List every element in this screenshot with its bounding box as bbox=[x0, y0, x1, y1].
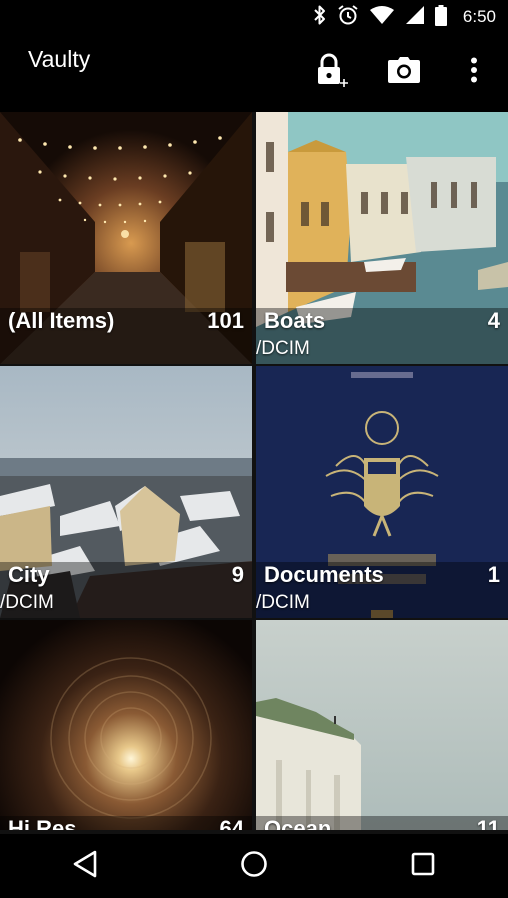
album-name: (All Items) bbox=[8, 308, 115, 333]
album-count: 9 bbox=[231, 562, 244, 587]
album-tile-all-items[interactable]: (All Items) 101 bbox=[0, 112, 252, 364]
album-caption: (All Items) 101 bbox=[0, 308, 252, 364]
album-tile-boats[interactable]: Boats 4 /DCIM bbox=[256, 112, 508, 364]
battery-icon bbox=[434, 4, 447, 30]
album-count: 11 bbox=[476, 816, 500, 830]
album-count: 4 bbox=[487, 308, 500, 333]
app-title: Vaulty bbox=[28, 46, 91, 72]
album-name: Documents bbox=[264, 562, 384, 587]
status-icons: 6:50 bbox=[313, 4, 496, 30]
album-name: City bbox=[8, 562, 50, 587]
alarm-icon bbox=[337, 4, 359, 30]
album-count: 64 bbox=[219, 816, 244, 830]
back-icon bbox=[72, 850, 98, 882]
album-tile-documents[interactable]: Documents 1 /DCIM bbox=[256, 366, 508, 618]
recents-icon bbox=[411, 852, 435, 880]
cell-signal-icon bbox=[405, 5, 425, 29]
recents-button[interactable] bbox=[393, 836, 453, 896]
camera-icon bbox=[388, 57, 420, 87]
album-path: /DCIM bbox=[256, 338, 310, 359]
album-grid: (All Items) 101 Boats 4 /DCIM City 9 /DC… bbox=[0, 112, 508, 834]
bluetooth-icon bbox=[313, 5, 327, 29]
album-name: Boats bbox=[264, 308, 326, 333]
album-tile-ocean[interactable]: Ocean 11 bbox=[256, 620, 508, 830]
album-name: Ocean bbox=[264, 816, 332, 830]
back-button[interactable] bbox=[55, 836, 115, 896]
lock-add-button[interactable] bbox=[314, 52, 354, 92]
album-path: /DCIM bbox=[0, 592, 54, 613]
overflow-menu-icon bbox=[470, 57, 478, 87]
status-time: 6:50 bbox=[462, 7, 496, 26]
nav-bar bbox=[0, 834, 508, 898]
album-path: /DCIM bbox=[256, 592, 310, 613]
home-icon bbox=[240, 850, 268, 882]
camera-button[interactable] bbox=[384, 52, 424, 92]
album-tile-city[interactable]: City 9 /DCIM bbox=[0, 366, 252, 618]
album-count: 101 bbox=[207, 308, 244, 333]
album-caption: Documents 1 /DCIM bbox=[256, 562, 508, 618]
overflow-menu-button[interactable] bbox=[454, 52, 494, 92]
app-actions bbox=[314, 52, 494, 92]
album-caption: Boats 4 /DCIM bbox=[256, 308, 508, 364]
app-bar: Vaulty bbox=[0, 34, 508, 112]
lock-add-icon bbox=[317, 52, 351, 92]
album-caption: Ocean 11 bbox=[256, 816, 508, 830]
album-name: Hi Res bbox=[8, 816, 77, 830]
album-thumbnail bbox=[256, 620, 508, 830]
album-thumbnail bbox=[0, 620, 252, 830]
album-tile-hi-res[interactable]: Hi Res 64 bbox=[0, 620, 252, 830]
home-button[interactable] bbox=[224, 836, 284, 896]
album-count: 1 bbox=[487, 562, 500, 587]
album-caption: Hi Res 64 bbox=[0, 816, 252, 830]
wifi-icon bbox=[369, 5, 395, 29]
status-bar: 6:50 bbox=[0, 0, 508, 34]
album-caption: City 9 /DCIM bbox=[0, 562, 252, 618]
